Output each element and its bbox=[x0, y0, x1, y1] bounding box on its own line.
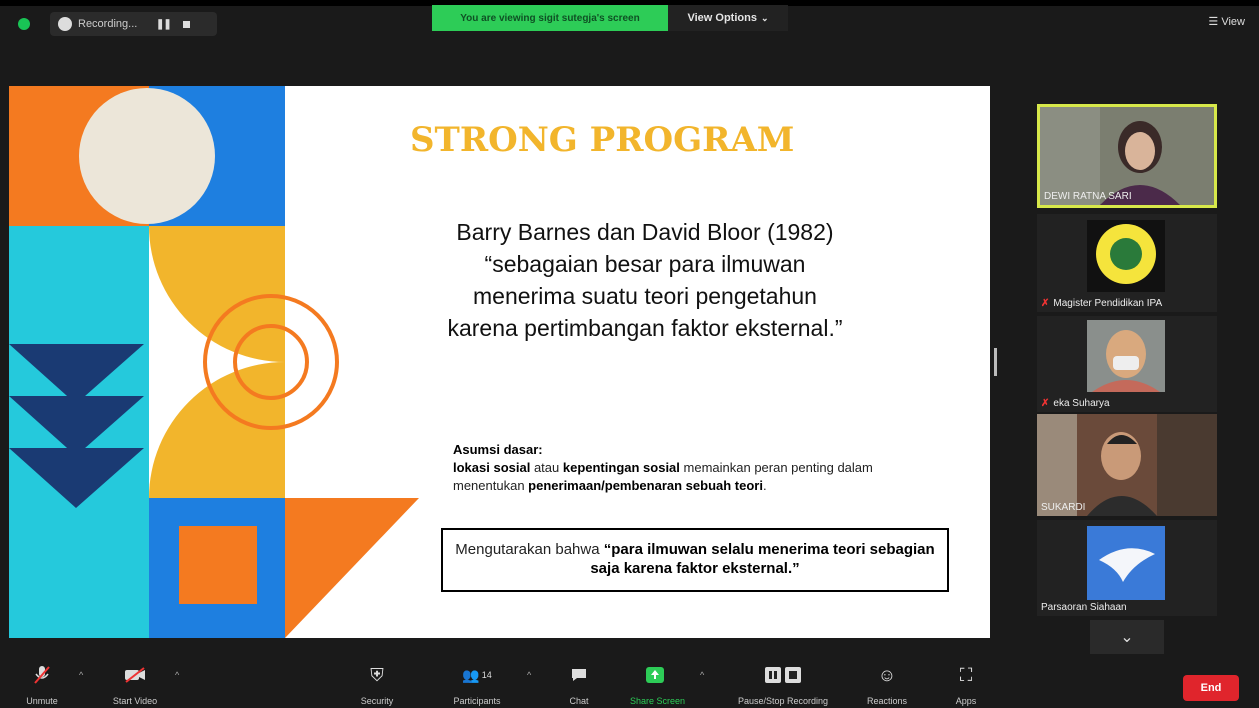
chevron-down-icon: ⌄ bbox=[760, 12, 769, 23]
shield-icon: ⛨ bbox=[370, 664, 384, 685]
scroll-participants-button[interactable]: ⌄ bbox=[1090, 620, 1164, 654]
panel-resize-handle[interactable] bbox=[994, 348, 997, 376]
deco-orange-triangle bbox=[285, 498, 419, 638]
participant-video bbox=[1037, 414, 1217, 516]
apps-button[interactable]: ⛶ Apps bbox=[948, 662, 984, 707]
recording-indicator: Recording... ❚❚ bbox=[50, 12, 217, 36]
mic-off-icon bbox=[18, 662, 66, 688]
chevron-down-icon: ⌄ bbox=[1120, 629, 1134, 646]
participant-tile[interactable]: DEWI RATNA SARI bbox=[1037, 104, 1217, 208]
participants-icon: 👥 14 bbox=[462, 666, 492, 683]
asumsi-heading: Asumsi dasar: bbox=[453, 442, 543, 457]
slide-title: STRONG PROGRAM bbox=[410, 120, 795, 160]
participant-tile[interactable]: ✗ Magister Pendidikan IPA bbox=[1037, 214, 1217, 312]
quote-line: Barry Barnes dan David Bloor (1982) bbox=[456, 219, 834, 245]
pause-stop-recording-label: Pause/Stop Recording bbox=[737, 696, 829, 706]
participant-name: DEWI RATNA SARI bbox=[1044, 191, 1132, 202]
grid-icon: ☰ bbox=[1208, 16, 1219, 28]
audio-options-caret[interactable]: ^ bbox=[79, 670, 83, 680]
unmute-button[interactable]: Unmute bbox=[18, 662, 66, 706]
participants-label: Participants bbox=[453, 696, 501, 706]
recording-label: Recording... bbox=[78, 18, 138, 30]
participant-tile[interactable]: ✗ eka Suharya bbox=[1037, 316, 1217, 412]
asumsi-block: Asumsi dasar: lokasi sosial atau kepenti… bbox=[453, 441, 898, 495]
participants-options-caret[interactable]: ^ bbox=[527, 670, 531, 680]
deco-yellow-half-top bbox=[149, 226, 285, 362]
unmute-label: Unmute bbox=[26, 696, 58, 706]
asumsi-bold-1: lokasi sosial bbox=[453, 460, 531, 475]
video-off-icon bbox=[104, 662, 166, 688]
security-status-icon[interactable] bbox=[18, 18, 30, 30]
box-prefix: Mengutarakan bahwa bbox=[455, 541, 604, 558]
view-button[interactable]: ☰ View bbox=[1208, 15, 1245, 28]
view-options-button[interactable]: View Options ⌄ bbox=[668, 5, 788, 31]
security-button[interactable]: ⛨ Security bbox=[350, 662, 404, 707]
slide-quote: Barry Barnes dan David Bloor (1982) “seb… bbox=[395, 216, 895, 344]
participant-name: Magister Pendidikan IPA bbox=[1053, 298, 1163, 309]
stop-recording-icon[interactable] bbox=[182, 20, 190, 28]
asumsi-text-1: atau bbox=[530, 460, 563, 475]
conclusion-box: Mengutarakan bahwa “para ilmuwan selalu … bbox=[441, 528, 949, 592]
chat-icon bbox=[562, 662, 596, 688]
participant-name-row: ✗ eka Suharya bbox=[1041, 398, 1110, 409]
share-screen-label: Share Screen bbox=[630, 696, 686, 706]
view-button-label: View bbox=[1221, 16, 1245, 28]
quote-line: karena pertimbangan faktor eksternal.” bbox=[447, 315, 843, 341]
mic-muted-icon: ✗ bbox=[1041, 398, 1050, 409]
reactions-label: Reactions bbox=[866, 696, 908, 706]
chat-button[interactable]: Chat bbox=[562, 662, 596, 706]
deco-yellow-half-bottom bbox=[149, 362, 285, 498]
asumsi-text-3: . bbox=[762, 478, 767, 493]
participants-button[interactable]: 👥 14 Participants bbox=[442, 662, 512, 707]
apps-icon: ⛶ bbox=[959, 664, 973, 685]
share-options-caret[interactable]: ^ bbox=[700, 670, 704, 680]
participant-name: Parsaoran Siahaan bbox=[1041, 602, 1127, 613]
participant-tile[interactable]: Parsaoran Siahaan bbox=[1037, 520, 1217, 616]
quote-line: menerima suatu teori pengetahun bbox=[473, 283, 817, 309]
pause-recording-icon[interactable]: ❚❚ bbox=[156, 19, 172, 30]
asumsi-bold-2: kepentingan sosial bbox=[562, 460, 680, 475]
chat-label: Chat bbox=[569, 696, 589, 706]
start-video-button[interactable]: Start Video bbox=[104, 662, 166, 706]
participant-name: SUKARDI bbox=[1041, 502, 1086, 513]
pause-stop-recording-button[interactable]: Pause/Stop Recording bbox=[720, 662, 846, 706]
recording-icon bbox=[58, 17, 72, 31]
mic-muted-icon: ✗ bbox=[1041, 298, 1050, 309]
reactions-button[interactable]: ☺ Reactions bbox=[860, 662, 914, 707]
view-options-label: View Options bbox=[687, 12, 757, 24]
quote-line: “sebagaian besar para ilmuwan bbox=[484, 251, 806, 277]
share-screen-icon bbox=[630, 662, 680, 688]
security-label: Security bbox=[360, 696, 394, 706]
participant-tile[interactable]: SUKARDI bbox=[1037, 414, 1217, 516]
start-video-label: Start Video bbox=[112, 696, 158, 706]
asumsi-bold-3: penerimaan/pembenaran sebuah teori bbox=[528, 478, 763, 493]
end-meeting-button[interactable]: End bbox=[1183, 675, 1239, 701]
apps-label: Apps bbox=[955, 696, 977, 706]
participants-count: 14 bbox=[481, 670, 492, 680]
slide-decoration bbox=[9, 86, 419, 638]
participant-name: eka Suharya bbox=[1053, 398, 1110, 409]
box-bold: “para ilmuwan selalu menerima teori seba… bbox=[590, 541, 935, 577]
video-options-caret[interactable]: ^ bbox=[175, 670, 179, 680]
deco-orange-square bbox=[179, 526, 257, 604]
viewing-screen-banner: You are viewing sigit sutegja's screen bbox=[432, 5, 668, 31]
share-screen-button[interactable]: Share Screen bbox=[630, 662, 686, 706]
pause-stop-icon bbox=[720, 662, 846, 688]
reactions-icon: ☺ bbox=[877, 664, 897, 685]
deco-beige-circle bbox=[79, 88, 215, 224]
shared-screen-slide: STRONG PROGRAM Barry Barnes dan David Bl… bbox=[9, 86, 990, 638]
participant-name-row: ✗ Magister Pendidikan IPA bbox=[1041, 298, 1162, 309]
